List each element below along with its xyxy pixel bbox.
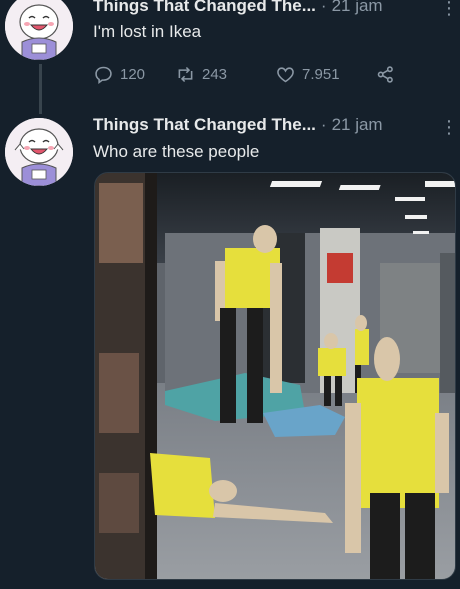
separator-dot: · xyxy=(320,115,327,134)
timestamp[interactable]: 21 jam xyxy=(332,115,383,135)
ikea-scene-image xyxy=(95,173,455,579)
avatar[interactable] xyxy=(5,0,73,60)
like-icon xyxy=(277,66,294,82)
tweet-header: Things That Changed The... · 21 jam xyxy=(93,0,460,17)
avatar-image xyxy=(5,118,73,186)
like-count: 7.951 xyxy=(302,65,340,83)
tweet-1[interactable]: Things That Changed The... · 21 jam ⋮ I'… xyxy=(0,0,460,114)
share-icon xyxy=(377,65,393,83)
share-button[interactable] xyxy=(375,64,396,85)
author-name[interactable]: Things That Changed The... xyxy=(93,0,316,16)
tweet-text: Who are these people xyxy=(93,142,260,161)
reply-button[interactable]: 120 xyxy=(93,64,175,85)
action-bar: 120 243 7.951 xyxy=(93,62,460,86)
retweet-count: 243 xyxy=(202,65,228,83)
tweet-text: I'm lost in Ikea xyxy=(93,22,202,41)
retweet-icon xyxy=(178,66,193,82)
timestamp[interactable]: 21 jam xyxy=(332,0,383,16)
author-name[interactable]: Things That Changed The... xyxy=(93,115,316,135)
more-icon[interactable]: ⋮ xyxy=(440,0,458,17)
reply-count: 120 xyxy=(120,65,146,83)
tweet-header: Things That Changed The... · 21 jam xyxy=(93,114,460,136)
more-icon[interactable]: ⋮ xyxy=(440,118,458,136)
thread-line xyxy=(39,64,42,114)
tweet-media-image[interactable] xyxy=(94,172,456,580)
like-button[interactable]: 7.951 xyxy=(275,64,375,85)
reply-icon xyxy=(95,66,112,84)
avatar-image xyxy=(5,0,73,60)
retweet-button[interactable]: 243 xyxy=(175,64,275,85)
separator-dot: · xyxy=(320,0,327,15)
avatar[interactable] xyxy=(5,118,73,186)
